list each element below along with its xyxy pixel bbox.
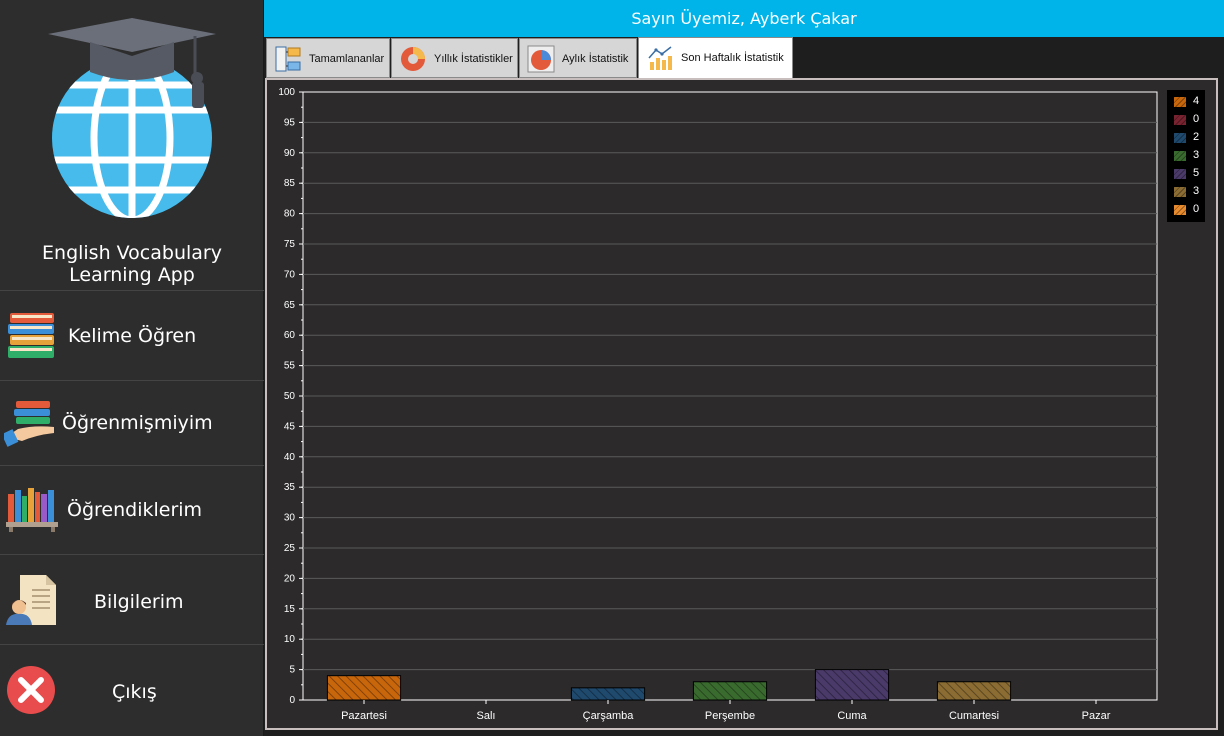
bookshelf-icon: [6, 488, 58, 532]
y-tick-label: 20: [284, 573, 296, 584]
y-tick-label: 80: [284, 209, 296, 220]
y-tick-label: 10: [284, 634, 296, 645]
bar-Perşembe: [692, 681, 768, 701]
y-tick-label: 75: [284, 239, 296, 250]
legend-item: 4: [1171, 93, 1205, 111]
chart-legend: 4 0 2 3 5 3 0: [1167, 90, 1205, 222]
y-tick-label: 55: [284, 361, 296, 372]
legend-swatch: [1173, 114, 1187, 126]
y-tick-label: 30: [284, 513, 296, 524]
legend-value: 0: [1193, 113, 1200, 125]
y-tick-label: 90: [284, 148, 296, 159]
y-tick-label: 100: [278, 87, 295, 98]
y-tick-label: 40: [284, 452, 296, 463]
legend-item: 0: [1171, 201, 1205, 219]
tab-yillik-istatistikler[interactable]: Yıllık İstatistikler: [391, 38, 518, 78]
app-title-line2: Learning App: [69, 264, 195, 286]
nav-label: Öğrenmişmiyim: [62, 412, 213, 434]
legend-item: 2: [1171, 129, 1205, 147]
legend-swatch: [1173, 168, 1187, 180]
tab-label: Tamamlananlar: [309, 53, 385, 65]
legend-item: 3: [1171, 147, 1205, 165]
y-tick-label: 15: [284, 604, 296, 615]
diagram-icon: [275, 46, 301, 72]
nav-ogrenmismiyim-button[interactable]: Öğrenmişmiyim: [0, 380, 264, 465]
tab-bar: Tamamlananlar Yıllık İstatistikler Aylık…: [264, 37, 1224, 78]
x-category-label: Cumartesi: [949, 710, 999, 722]
tab-label: Son Haftalık İstatistik: [681, 52, 784, 64]
bar-chart: 0 5 10 15 20 25 30 35 40 45 50 55 60 65 70 75 80 85 90 95 10…: [278, 87, 1158, 722]
legend-swatch: [1173, 96, 1187, 108]
globe-graduation-cap-logo: [48, 18, 216, 218]
legend-swatch: [1173, 204, 1187, 216]
nav-cikis-button[interactable]: Çıkış: [0, 644, 264, 736]
legend-swatch: [1173, 150, 1187, 162]
app-window: English Vocabulary Learning App Kelime Ö…: [0, 0, 1224, 736]
sidebar: English Vocabulary Learning App Kelime Ö…: [0, 0, 264, 736]
legend-value: 0: [1193, 203, 1200, 215]
legend-value: 3: [1193, 185, 1200, 197]
legend-item: 5: [1171, 165, 1205, 183]
y-tick-label: 70: [284, 269, 296, 280]
nav-ogrendiklerim-button[interactable]: Öğrendiklerim: [0, 465, 264, 554]
y-tick-label: 95: [284, 117, 296, 128]
y-tick-label: 85: [284, 178, 296, 189]
nav-bilgilerim-button[interactable]: Bilgilerim: [0, 554, 264, 644]
x-category-label: Pazar: [1082, 710, 1111, 722]
x-category-label: Cuma: [837, 710, 867, 722]
x-category-label: Çarşamba: [583, 710, 635, 722]
x-category-label: Salı: [477, 710, 496, 722]
y-tick-label: 0: [289, 695, 295, 706]
y-tick-label: 25: [284, 543, 296, 554]
close-icon: [7, 666, 55, 714]
y-tick-label: 60: [284, 330, 296, 341]
nav-label: Çıkış: [112, 681, 157, 703]
bar-Cumartesi: [936, 681, 1012, 701]
legend-swatch: [1173, 186, 1187, 198]
x-category-label: Pazartesi: [341, 710, 387, 722]
legend-item: 0: [1171, 111, 1205, 129]
tab-aylik-istatistik[interactable]: Aylık İstatistik: [519, 38, 637, 78]
tab-label: Yıllık İstatistikler: [434, 53, 513, 65]
nav-kelime-ogren-button[interactable]: Kelime Öğren: [0, 290, 264, 380]
tab-label: Aylık İstatistik: [562, 53, 629, 65]
header-bar: Sayın Üyemiz, Ayberk Çakar: [264, 0, 1224, 37]
books-stack-icon: [8, 313, 54, 358]
legend-value: 3: [1193, 149, 1200, 161]
legend-value: 5: [1193, 167, 1200, 179]
legend-value: 4: [1193, 95, 1200, 107]
greeting-text: Sayın Üyemiz, Ayberk Çakar: [631, 9, 857, 28]
line-bar-chart-icon: [648, 46, 672, 70]
y-tick-label: 35: [284, 482, 296, 493]
hand-books-icon: [4, 401, 54, 447]
y-tick-label: 5: [289, 665, 295, 676]
nav-label: Öğrendiklerim: [67, 499, 203, 521]
nav-label: Bilgilerim: [94, 591, 184, 613]
legend-swatch: [1173, 132, 1187, 144]
bar-Çarşamba: [570, 687, 646, 701]
y-tick-label: 50: [284, 391, 296, 402]
nav-label: Kelime Öğren: [68, 325, 197, 347]
y-tick-label: 65: [284, 300, 296, 311]
donut-chart-icon: [401, 47, 425, 71]
pie-chart-icon: [527, 45, 555, 73]
bar-Pazartesi: [326, 675, 402, 701]
bar-Cuma: [814, 669, 890, 701]
x-category-label: Perşembe: [705, 710, 755, 722]
app-title-line1: English Vocabulary: [42, 242, 222, 264]
tab-tamamlananlar[interactable]: Tamamlananlar: [266, 38, 390, 78]
legend-item: 3: [1171, 183, 1205, 201]
tab-son-haftalik-istatistik[interactable]: Son Haftalık İstatistik: [638, 37, 793, 78]
profile-document-icon: [6, 575, 56, 625]
app-title: English Vocabulary Learning App: [0, 242, 264, 286]
legend-value: 2: [1193, 131, 1200, 143]
y-tick-label: 45: [284, 421, 296, 432]
weekly-stats-chart: 0 5 10 15 20 25 30 35 40 45 50 55 60 65 70 75 80 85 90 95 10…: [265, 78, 1218, 730]
